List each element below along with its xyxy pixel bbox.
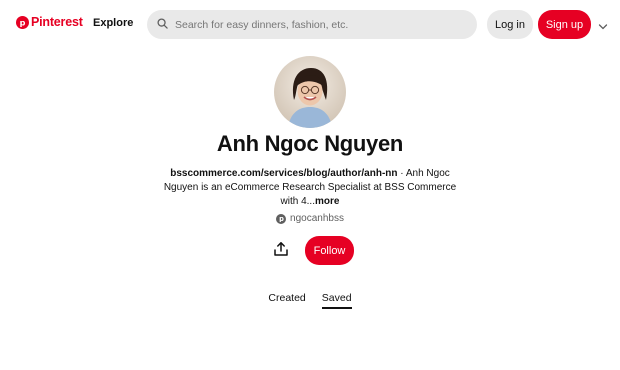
chevron-down-icon[interactable] (598, 19, 608, 30)
share-button[interactable] (268, 237, 294, 263)
tab-saved[interactable]: Saved (321, 292, 352, 309)
search-icon (157, 16, 168, 34)
bio-website-link[interactable]: bsscommerce.com/services/blog/author/anh… (170, 168, 397, 179)
profile-bio: bsscommerce.com/services/blog/author/anh… (162, 167, 458, 209)
pinterest-logo[interactable]: p Pinterest (16, 15, 83, 29)
pinterest-icon: p (276, 213, 287, 224)
pinterest-logo-icon: p (16, 15, 29, 29)
tab-created[interactable]: Created (268, 292, 305, 309)
top-header: p Pinterest Explore Log in Sign up (0, 0, 620, 48)
signup-button[interactable]: Sign up (538, 10, 591, 39)
svg-text:p: p (20, 18, 26, 27)
search-input[interactable] (173, 17, 467, 32)
profile-tabs: Created Saved (0, 292, 620, 309)
share-icon (273, 241, 289, 260)
bio-more-button[interactable]: more (315, 196, 339, 207)
follow-button[interactable]: Follow (305, 236, 354, 265)
profile-name: Anh Ngoc Nguyen (216, 131, 404, 156)
handle-text: ngocanhbss (290, 213, 344, 224)
search-bar[interactable] (147, 10, 477, 39)
logo-text: Pinterest (31, 15, 83, 29)
profile-handle: p ngocanhbss (0, 213, 620, 224)
svg-text:p: p (279, 215, 284, 222)
explore-link[interactable]: Explore (93, 17, 133, 29)
avatar (274, 56, 346, 128)
login-button[interactable]: Log in (487, 10, 533, 39)
